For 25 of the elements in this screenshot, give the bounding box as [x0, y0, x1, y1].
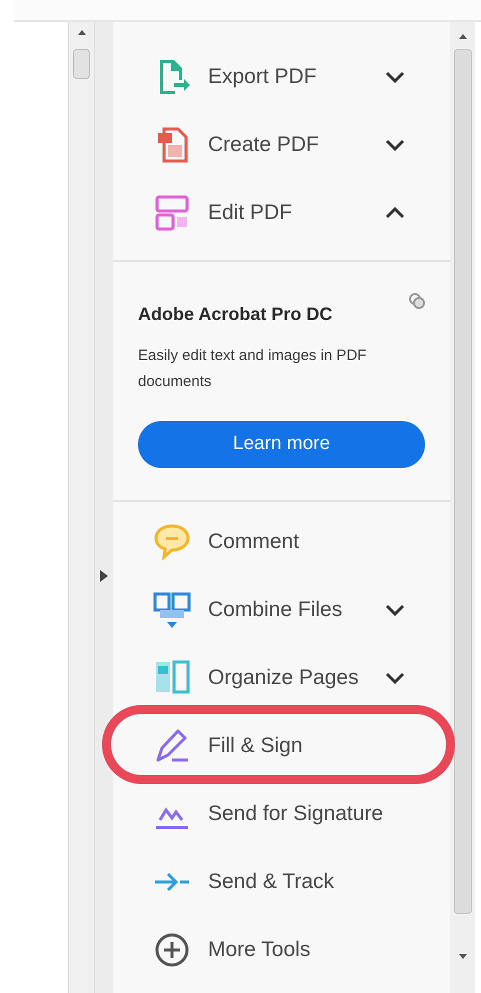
tool-label[interactable]: Fill & Sign [208, 730, 303, 762]
speech-bubble-icon [152, 522, 192, 562]
combine-files-icon [152, 590, 192, 630]
promo-description: Easily edit text and images in PDF documents [138, 346, 368, 392]
chevron-down-icon[interactable] [385, 604, 405, 616]
chevron-down-icon[interactable] [385, 139, 405, 151]
promo-title: Adobe Acrobat Pro DC [138, 303, 332, 326]
chevron-down-icon[interactable] [385, 71, 405, 83]
scroll-up-icon[interactable] [458, 34, 466, 39]
scroll-up-icon[interactable] [78, 30, 86, 35]
chevron-down-icon[interactable] [385, 672, 405, 684]
tool-label[interactable]: Send for Signature [208, 798, 384, 830]
chevron-up-icon[interactable] [385, 207, 405, 219]
learn-more-button[interactable]: Learn more [138, 421, 425, 468]
tool-label[interactable]: Send & Track [208, 866, 334, 898]
tool-label[interactable]: More Tools [208, 934, 310, 966]
tool-label[interactable]: Comment [208, 526, 300, 558]
tool-label[interactable]: Export PDF [208, 61, 317, 93]
expand-triangle-icon[interactable] [100, 570, 108, 582]
link-icon[interactable] [409, 293, 425, 309]
tool-label[interactable]: Combine Files [208, 594, 342, 626]
tool-label[interactable]: Create PDF [208, 129, 319, 161]
tool-label[interactable]: Edit PDF [208, 197, 292, 229]
tool-label[interactable]: Organize Pages [208, 662, 359, 694]
scroll-down-icon[interactable] [458, 954, 466, 959]
